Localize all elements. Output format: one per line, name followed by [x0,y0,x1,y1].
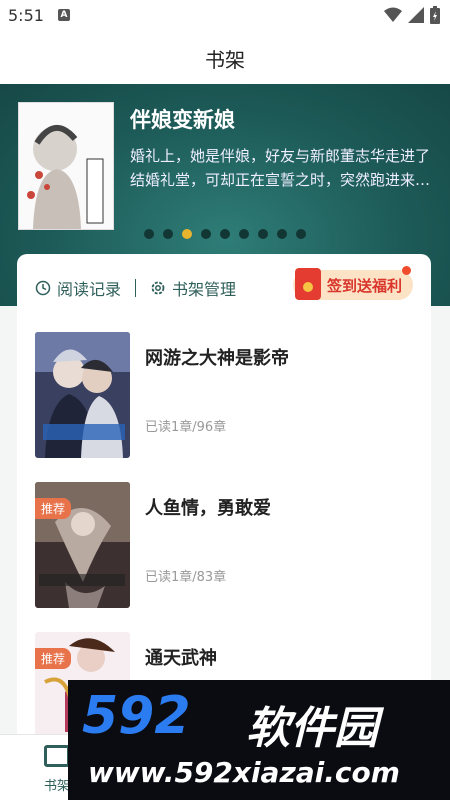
book-cover-art [35,332,130,458]
divider [135,279,137,297]
notification-dot [402,266,411,275]
signin-reward-button[interactable]: 签到送福利 [293,266,413,300]
signal-icon [408,7,424,23]
gear-icon [151,281,165,295]
banner-cover-art [27,125,104,229]
recommend-tag: 推荐 [35,498,72,519]
battery-icon [430,6,440,24]
bookshelf-icon [44,745,70,767]
wifi-icon [384,7,402,22]
status-bar: 5:51 A [0,0,450,32]
watermark: 592 软件园 www.592xiazai.com [68,680,450,800]
banner-description: 婚礼上，她是伴娘，好友与新郎董志华走进了结婚礼堂，可却正在宣誓之时，突然跑进来… [130,147,431,189]
carousel-dot[interactable] [220,229,230,239]
book-title[interactable]: 人鱼情，勇敢爱 [145,494,271,520]
reading-history-label: 阅读记录 [57,280,122,299]
banner-cover[interactable] [18,102,114,230]
carousel-dot[interactable] [258,229,268,239]
book-item[interactable]: 推荐 人鱼情，勇敢爱 已读1章/83章 [35,482,415,610]
watermark-logo-text: 软件园 [246,703,378,754]
shelf-manage-button[interactable]: 书架管理 [150,276,236,300]
book-item[interactable]: 网游之大神是影帝 已读1章/96章 [35,332,415,460]
banner-title[interactable]: 伴娘变新娘 [130,104,235,134]
carousel-dot[interactable] [239,229,249,239]
status-time: 5:51 [8,6,44,25]
signin-label: 签到送福利 [327,277,403,295]
watermark-url: www.592xiazai.com [88,756,400,789]
book-cover[interactable]: 推荐 [35,482,130,608]
carousel-dot[interactable] [163,229,173,239]
reading-history-button[interactable]: 阅读记录 [35,276,121,300]
book-title[interactable]: 网游之大神是影帝 [145,344,289,370]
notification-icon: A [58,9,70,21]
shelf-actions: 阅读记录 书架管理 [35,276,236,300]
carousel-dot-active[interactable] [182,229,192,239]
clock-icon [35,280,51,296]
carousel-dots [0,229,450,239]
carousel-dot[interactable] [277,229,287,239]
tab-bookshelf-label: 书架 [44,779,71,794]
carousel-dot[interactable] [144,229,154,239]
book-progress: 已读1章/83章 [145,570,227,585]
carousel-dot[interactable] [201,229,211,239]
top-bar: 书架 [0,32,450,84]
book-cover[interactable] [35,332,130,458]
recommend-tag: 推荐 [35,648,72,669]
book-progress: 已读1章/96章 [145,420,227,435]
page-title: 书架 [205,48,245,72]
watermark-logo-number: 592 [82,686,191,746]
bookshelf-card: 阅读记录 书架管理 签到送福利 网游之大神是影帝 已读1章/96章 推荐 人鱼情… [17,254,431,734]
shelf-manage-label: 书架管理 [172,280,237,299]
red-packet-icon [295,268,321,300]
book-title[interactable]: 通天武神 [145,644,217,670]
carousel-dot[interactable] [296,229,306,239]
status-icons [384,6,440,24]
